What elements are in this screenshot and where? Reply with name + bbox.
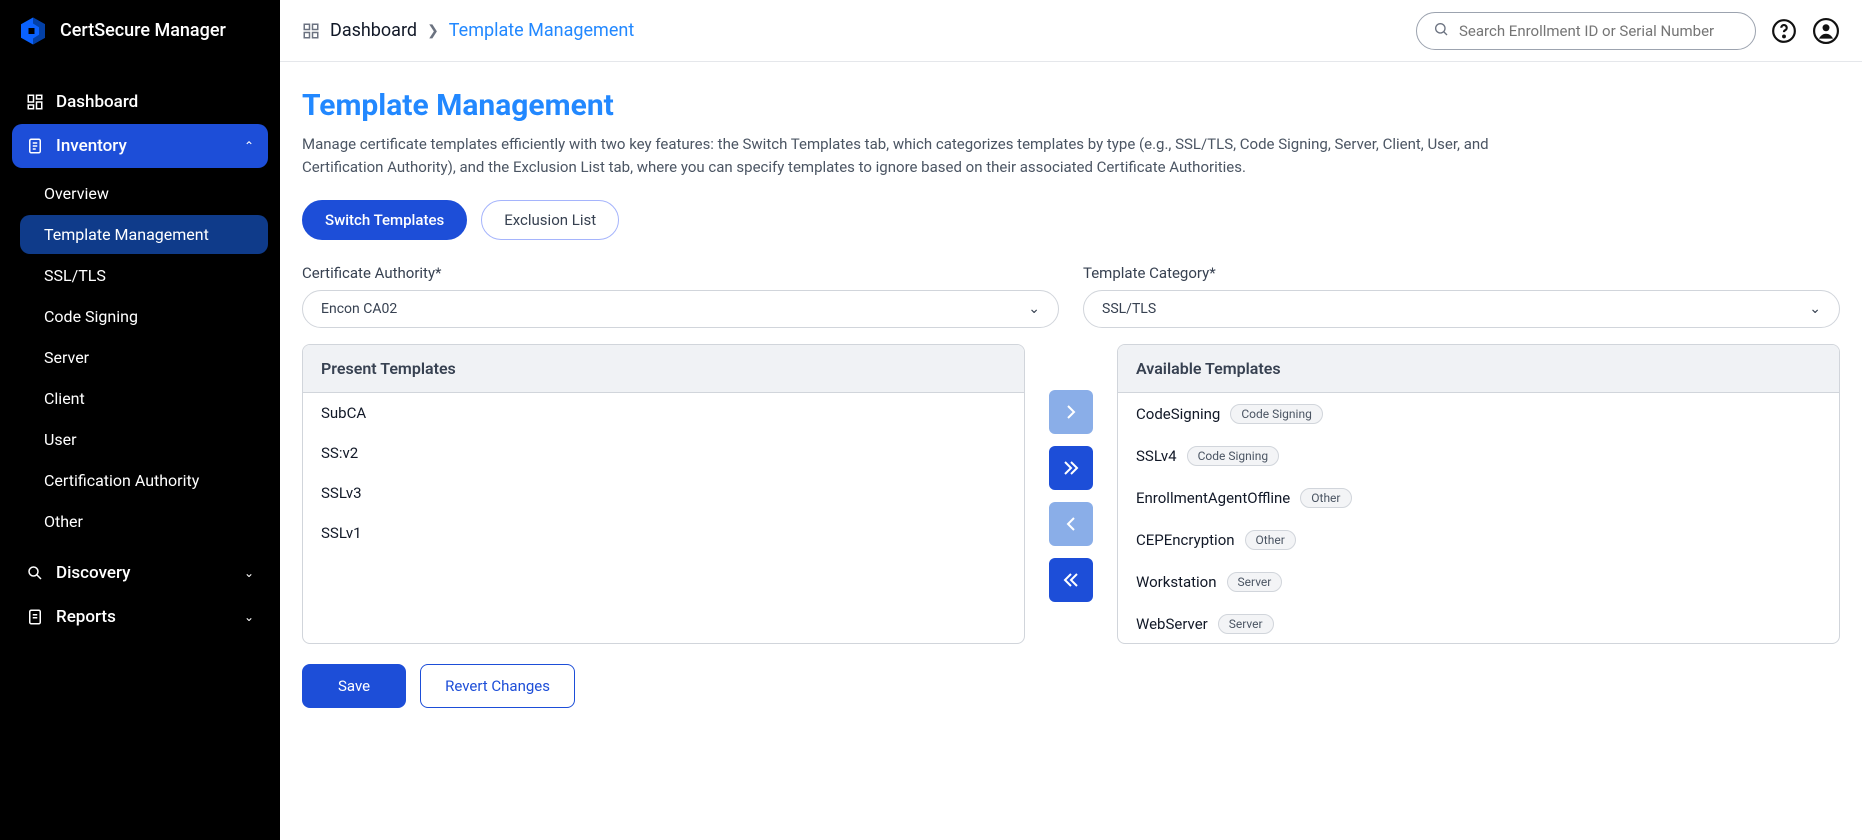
brand-logo: [18, 16, 48, 46]
help-button[interactable]: [1770, 17, 1798, 45]
move-right-button[interactable]: [1049, 390, 1093, 434]
present-template-item[interactable]: SS:v2: [303, 433, 1024, 473]
breadcrumb-current: Template Management: [449, 20, 634, 41]
nav-inventory[interactable]: Inventory ⌃: [12, 124, 268, 168]
category-badge: Other: [1245, 530, 1296, 550]
category-badge: Code Signing: [1230, 404, 1322, 424]
breadcrumb-root[interactable]: Dashboard: [330, 20, 417, 41]
main-content: Template Management Manage certificate t…: [280, 62, 1862, 840]
nav-dashboard[interactable]: Dashboard: [12, 80, 268, 124]
page-description: Manage certificate templates efficiently…: [302, 133, 1562, 178]
chevron-down-icon: ⌄: [244, 566, 254, 580]
sidebar: Dashboard Inventory ⌃ OverviewTemplate M…: [0, 62, 280, 840]
sidebar-item-server[interactable]: Server: [20, 338, 268, 377]
chevron-down-icon: ⌄: [1809, 301, 1821, 317]
dashboard-icon: [26, 93, 44, 111]
discovery-icon: [26, 564, 44, 582]
sidebar-item-certification-authority[interactable]: Certification Authority: [20, 461, 268, 500]
available-header: Available Templates: [1118, 345, 1839, 393]
present-template-item[interactable]: SSLv1: [303, 513, 1024, 553]
search-icon: [1433, 21, 1449, 41]
chevron-right-icon: ❯: [427, 23, 439, 39]
category-badge: Server: [1227, 572, 1283, 592]
available-template-item[interactable]: EnrollmentAgentOfflineOther: [1118, 477, 1839, 519]
category-badge: Other: [1300, 488, 1351, 508]
present-template-item[interactable]: SSLv3: [303, 473, 1024, 513]
search-input[interactable]: [1459, 22, 1739, 40]
move-left-button[interactable]: [1049, 502, 1093, 546]
brand-title: CertSecure Manager: [60, 20, 226, 41]
revert-button[interactable]: Revert Changes: [420, 664, 575, 708]
available-template-item[interactable]: WorkstationServer: [1118, 561, 1839, 603]
category-badge: Code Signing: [1187, 446, 1279, 466]
dashboard-icon: [302, 22, 320, 40]
reports-icon: [26, 608, 44, 626]
ca-select[interactable]: Encon CA02 ⌄: [302, 290, 1059, 328]
page-title: Template Management: [302, 88, 1840, 123]
brand: CertSecure Manager: [0, 0, 280, 62]
nav-discovery[interactable]: Discovery ⌄: [12, 551, 268, 595]
user-menu-button[interactable]: [1812, 17, 1840, 45]
move-all-right-button[interactable]: [1049, 446, 1093, 490]
category-badge: Server: [1218, 614, 1274, 634]
available-templates-box: Available Templates CodeSigningCode Sign…: [1117, 344, 1840, 644]
breadcrumb: Dashboard ❯ Template Management: [302, 20, 634, 41]
sidebar-item-ssl-tls[interactable]: SSL/TLS: [20, 256, 268, 295]
chevron-down-icon: ⌄: [244, 610, 254, 624]
save-button[interactable]: Save: [302, 664, 406, 708]
tab-exclusion-list[interactable]: Exclusion List: [481, 200, 619, 240]
available-template-item[interactable]: WebServerServer: [1118, 603, 1839, 643]
move-all-left-button[interactable]: [1049, 558, 1093, 602]
chevron-down-icon: ⌄: [1028, 301, 1040, 317]
ca-label: Certificate Authority*: [302, 264, 1059, 282]
sidebar-item-user[interactable]: User: [20, 420, 268, 459]
sidebar-item-other[interactable]: Other: [20, 502, 268, 541]
nav-reports[interactable]: Reports ⌄: [12, 595, 268, 639]
search-box[interactable]: [1416, 12, 1756, 50]
category-select[interactable]: SSL/TLS ⌄: [1083, 290, 1840, 328]
tab-switch-templates[interactable]: Switch Templates: [302, 200, 467, 240]
inventory-icon: [26, 137, 44, 155]
sidebar-item-overview[interactable]: Overview: [20, 174, 268, 213]
present-templates-box: Present Templates SubCASS:v2SSLv3SSLv1: [302, 344, 1025, 644]
available-template-item[interactable]: SSLv4Code Signing: [1118, 435, 1839, 477]
sidebar-item-client[interactable]: Client: [20, 379, 268, 418]
present-header: Present Templates: [303, 345, 1024, 393]
available-template-item[interactable]: CEPEncryptionOther: [1118, 519, 1839, 561]
category-label: Template Category*: [1083, 264, 1840, 282]
present-template-item[interactable]: SubCA: [303, 393, 1024, 433]
available-template-item[interactable]: CodeSigningCode Signing: [1118, 393, 1839, 435]
sidebar-item-template-management[interactable]: Template Management: [20, 215, 268, 254]
sidebar-item-code-signing[interactable]: Code Signing: [20, 297, 268, 336]
chevron-up-icon: ⌃: [244, 139, 254, 153]
